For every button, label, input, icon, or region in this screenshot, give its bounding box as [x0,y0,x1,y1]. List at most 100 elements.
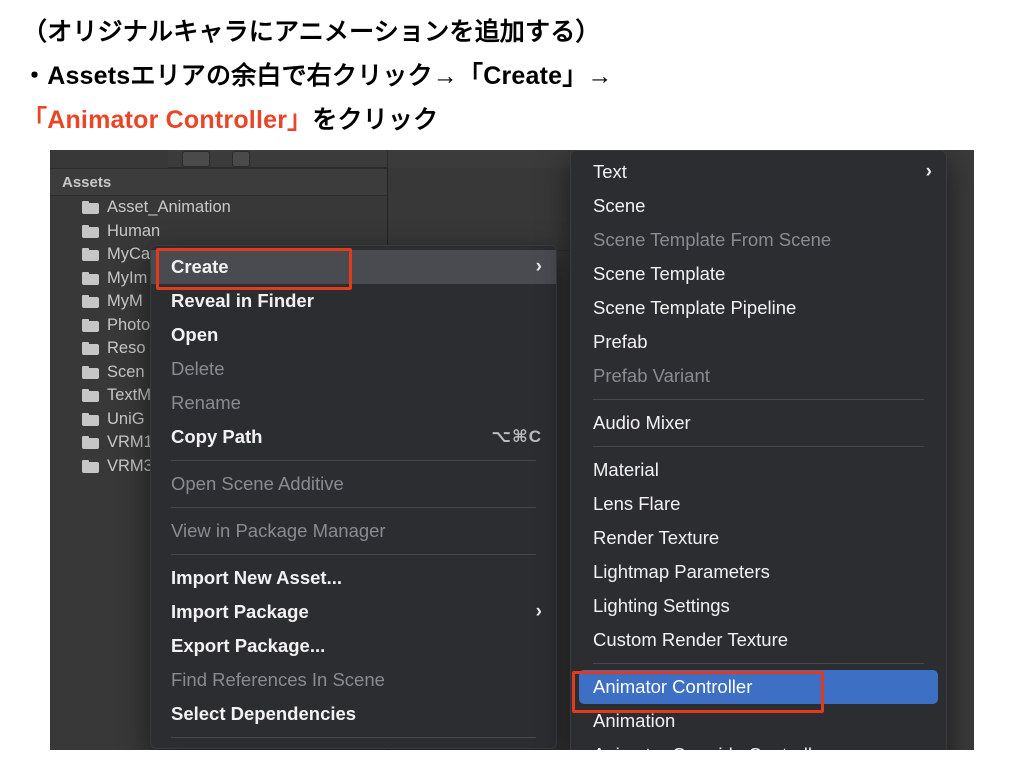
menu-item-open[interactable]: Open [151,318,556,352]
folder-label: MyCa [107,245,151,264]
unity-screenshot: Assets Asset_Animation Human MyCa MyIm M… [50,150,974,750]
toolbar-pill-2[interactable] [232,151,250,167]
submenu-item-prefab-variant: Prefab Variant [571,359,946,393]
folder-icon [82,295,99,309]
context-menu[interactable]: Create › Reveal in Finder Open Delete Ren… [150,245,557,749]
folder-icon [82,365,99,379]
toolbar-segment-5[interactable] [344,150,388,168]
submenu-item-label: Scene Template From Scene [593,229,832,250]
submenu-item-render-texture[interactable]: Render Texture [571,521,946,555]
menu-item-view-in-package-manager: View in Package Manager [151,514,556,548]
chevron-right-icon: › [535,256,542,277]
submenu-item-scene-template-pipeline[interactable]: Scene Template Pipeline [571,291,946,325]
menu-item-reveal-in-finder[interactable]: Reveal in Finder [151,284,556,318]
submenu-item-custom-render-texture[interactable]: Custom Render Texture [571,623,946,657]
submenu-item-label: Text [593,161,627,182]
menu-separator [171,460,536,461]
submenu-item-label: Lens Flare [593,493,681,514]
caption-accent-text: 「Animator Controller」 [22,106,313,134]
chevron-right-icon: › [535,601,542,622]
folder-icon [82,318,99,332]
folder-icon [82,389,99,403]
menu-item-export-package[interactable]: Export Package... [151,629,556,663]
crop-edge-bottom [0,750,1024,768]
submenu-item-animation[interactable]: Animation [571,704,946,738]
project-toolbar[interactable] [50,150,388,168]
submenu-item-label: Lightmap Parameters [593,561,770,582]
submenu-item-label: Animation [593,710,676,731]
submenu-item-prefab[interactable]: Prefab [571,325,946,359]
folder-label: TextM [107,386,152,405]
chevron-right-icon: › [925,161,932,182]
create-submenu[interactable]: Text › Scene Scene Template From Scene Sc… [570,150,947,750]
list-item[interactable]: Asset_Animation [50,196,387,220]
caption-line-2: ・Assetsエリアの余白で右クリック→「Create」→ [22,62,613,90]
folder-label: VRM1 [107,433,153,452]
submenu-item-animator-controller[interactable]: Animator Controller [579,670,938,704]
folder-icon [82,436,99,450]
menu-item-import-package[interactable]: Import Package › [151,595,556,629]
menu-item-select-dependencies[interactable]: Select Dependencies [151,697,556,731]
folder-icon [82,459,99,473]
submenu-separator [593,446,924,447]
menu-item-import-new-asset[interactable]: Import New Asset... [151,561,556,595]
menu-item-find-references-in-scene: Find References In Scene [151,663,556,697]
submenu-item-audio-mixer[interactable]: Audio Mixer [571,406,946,440]
submenu-item-label: Prefab Variant [593,365,710,386]
submenu-item-label: Audio Mixer [593,412,691,433]
folder-icon [82,224,99,238]
caption-line-3: 「Animator Controller」をクリック [22,100,438,136]
folder-label: Reso [107,339,146,358]
submenu-item-label: Custom Render Texture [593,629,789,650]
caption-line-1: （オリジナルキャラにアニメーションを追加する） [22,18,601,46]
submenu-item-label: Lighting Settings [593,595,730,616]
menu-item-shortcut: ⌥⌘C [491,427,542,446]
menu-item-label: Reveal in Finder [171,290,314,311]
menu-separator [171,507,536,508]
submenu-item-label: Render Texture [593,527,720,548]
submenu-item-lighting-settings[interactable]: Lighting Settings [571,589,946,623]
submenu-item-animator-override-controller[interactable]: Animator Override Controller [571,738,946,750]
submenu-item-scene-template-from-scene: Scene Template From Scene [571,223,946,257]
menu-item-label: Copy Path [171,426,263,447]
submenu-item-material[interactable]: Material [571,453,946,487]
menu-item-label: Export Package... [171,635,326,656]
toolbar-segment-3[interactable] [266,150,306,168]
submenu-item-text[interactable]: Text › [571,155,946,189]
folder-label: Human [107,221,161,240]
menu-item-label: Rename [171,392,241,413]
menu-item-create[interactable]: Create › [151,250,556,284]
submenu-item-scene[interactable]: Scene [571,189,946,223]
folder-icon [82,201,99,215]
menu-item-delete: Delete [151,352,556,386]
menu-item-copy-path[interactable]: Copy Path ⌥⌘C [151,420,556,454]
folder-label: VRM3 [107,456,153,475]
submenu-item-label: Animator Controller [593,676,753,697]
list-item[interactable]: Human [50,220,387,244]
submenu-item-label: Material [593,459,659,480]
folder-icon [82,271,99,285]
submenu-item-label: Scene Template Pipeline [593,297,797,318]
menu-item-open-scene-additive: Open Scene Additive [151,467,556,501]
folder-label: Photo [107,315,151,334]
asset-grid-toolbar[interactable] [388,150,573,169]
assets-header: Assets [50,168,387,196]
menu-item-label: Select Dependencies [171,703,357,724]
submenu-item-lightmap-parameters[interactable]: Lightmap Parameters [571,555,946,589]
menu-item-label: Import New Asset... [171,567,342,588]
submenu-item-label: Scene [593,195,646,216]
folder-icon [82,248,99,262]
folder-label: Scen [107,362,145,381]
folder-label: MyIm [107,268,148,287]
toolbar-segment-4[interactable] [305,150,345,168]
folder-icon [82,412,99,426]
slide-root: （オリジナルキャラにアニメーションを追加する） ・Assetsエリアの余白で右ク… [0,0,1024,768]
menu-separator [171,737,536,738]
assets-header-label: Assets [62,174,112,191]
menu-item-label: Create [171,256,229,277]
submenu-item-lens-flare[interactable]: Lens Flare [571,487,946,521]
toolbar-pill-1[interactable] [182,151,210,167]
folder-label: MyM [107,292,143,311]
menu-item-label: Delete [171,358,225,379]
submenu-item-scene-template[interactable]: Scene Template [571,257,946,291]
